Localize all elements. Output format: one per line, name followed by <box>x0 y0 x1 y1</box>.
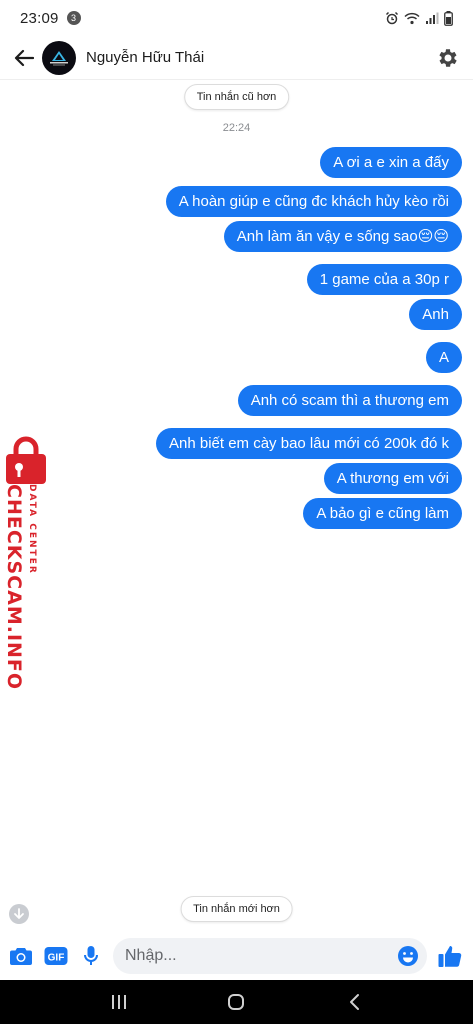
camera-icon <box>10 948 32 965</box>
message-bubble[interactable]: A bảo gì e cũng làm <box>303 498 462 529</box>
message-bubble[interactable]: A ơi a e xin a đấy <box>320 147 462 178</box>
message-input[interactable] <box>125 947 397 965</box>
contact-name[interactable]: Nguyễn Hữu Thái <box>86 49 204 66</box>
watermark-text: CHECKSCAM.INFO <box>3 484 25 691</box>
home-button[interactable] <box>216 982 256 1022</box>
svg-text:GIF: GIF <box>48 953 65 964</box>
arrow-down-icon <box>14 908 24 919</box>
message-bubble[interactable]: 1 game của a 30p r <box>306 264 462 295</box>
status-time: 23:09 <box>20 9 59 27</box>
message-timestamp: 22:24 <box>222 122 251 134</box>
older-messages-button[interactable]: Tin nhắn cũ hơn <box>183 84 290 110</box>
message-bubble[interactable]: Anh làm ăn vậy e sống sao😔😔 <box>223 221 462 252</box>
message-bubble[interactable]: Anh biết em cày bao lâu mới có 200k đó k <box>156 428 462 459</box>
newer-messages-button[interactable]: Tin nhắn mới hơn <box>180 896 293 922</box>
system-back-button[interactable] <box>334 982 374 1022</box>
message-bubble[interactable]: A hoàn giúp e cũng đc khách hủy kèo rồi <box>165 186 462 217</box>
settings-button[interactable] <box>433 43 463 73</box>
battery-icon <box>444 10 453 26</box>
camera-button[interactable] <box>6 941 36 971</box>
back-button[interactable] <box>10 44 38 72</box>
watermark-subtext: DATA CENTER <box>27 484 37 575</box>
status-bar: 23:09 3 <box>0 0 473 36</box>
conversation-header: Nguyễn Hữu Thái <box>0 36 473 80</box>
alarm-icon <box>385 11 399 25</box>
message-composer: GIF <box>0 934 473 978</box>
recent-apps-button[interactable] <box>99 982 139 1022</box>
like-button[interactable] <box>433 939 467 973</box>
nav-back-icon <box>350 994 360 1010</box>
signal-icon <box>426 12 439 24</box>
gif-button[interactable]: GIF <box>41 941 71 971</box>
home-icon <box>228 994 245 1010</box>
recent-apps-icon <box>111 995 126 1009</box>
system-navigation-bar <box>0 980 473 1024</box>
notification-count-badge: 3 <box>66 11 81 25</box>
back-arrow-icon <box>14 49 34 66</box>
gif-icon: GIF <box>44 947 68 965</box>
avatar[interactable] <box>42 40 76 75</box>
wifi-icon <box>404 12 420 24</box>
scroll-down-button[interactable] <box>9 904 29 924</box>
gear-icon <box>439 48 457 67</box>
microphone-icon <box>84 946 98 965</box>
message-input-container <box>113 938 427 974</box>
emoji-icon[interactable] <box>397 945 419 967</box>
status-icons <box>385 10 453 26</box>
message-bubble[interactable]: Anh <box>409 299 462 330</box>
thumbs-up-icon <box>438 946 462 967</box>
message-bubble[interactable]: A <box>425 342 462 373</box>
message-list: A ơi a e xin a đấy A hoàn giúp e cũng đc… <box>156 147 462 529</box>
watermark-lock-icon <box>6 436 46 484</box>
message-bubble[interactable]: A thương em với <box>323 463 462 494</box>
voice-button[interactable] <box>76 941 106 971</box>
message-bubble[interactable]: Anh có scam thì a thương em <box>237 385 462 416</box>
avatar-logo-icon <box>50 50 68 65</box>
